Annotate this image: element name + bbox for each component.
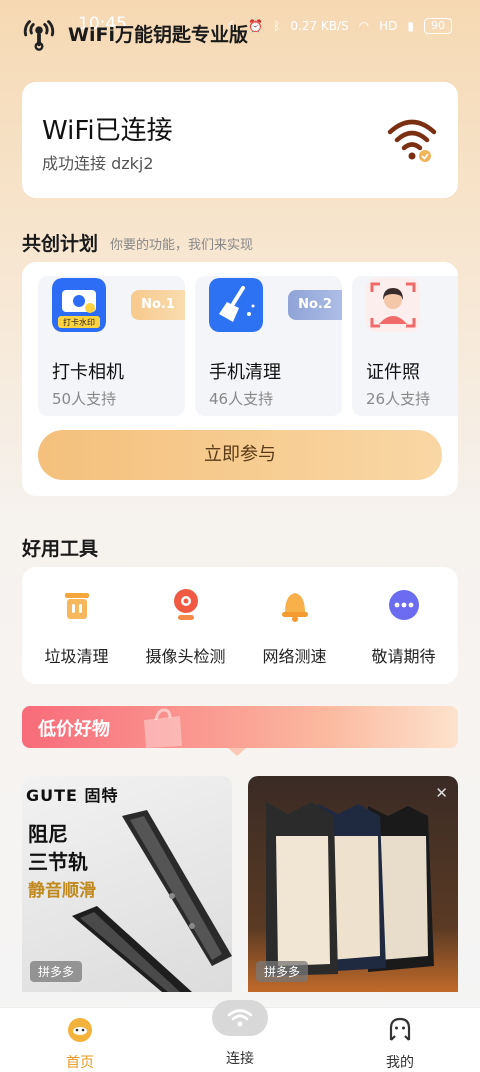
product-brand: GUTE 固特 <box>26 786 119 805</box>
nav-icon-spacer <box>160 1008 320 1044</box>
tool-coming-soon[interactable]: 敬请期待 <box>349 587 458 667</box>
broom-icon <box>209 278 263 332</box>
plan-item-phone-clean[interactable]: No.2 手机清理 46人支持 <box>195 276 342 416</box>
status-icons: ☾ ⏰ ᛒ 0.27 KB/S ◠ HD ▮ 90 <box>227 18 452 34</box>
plan-list[interactable]: No.1 打卡水印 打卡相机 50人支持 No.2 手机清理 46人支持 证件照… <box>38 276 458 416</box>
bluetooth-icon: ᛒ <box>273 19 281 33</box>
plan-item-clock-camera[interactable]: No.1 打卡水印 打卡相机 50人支持 <box>38 276 185 416</box>
tool-label: 摄像头检测 <box>145 647 226 666</box>
tools-title: 好用工具 <box>22 538 99 560</box>
banner-pointer <box>228 748 246 756</box>
tools-card: 垃圾清理 摄像头检测 网络测速 敬请期待 <box>22 567 458 684</box>
nav-profile[interactable]: 我的 <box>320 1008 480 1072</box>
bottom-nav: 首页 连接 我的 <box>0 1000 480 1072</box>
hd-badge: HD <box>379 19 398 33</box>
plan-item-id-photo[interactable]: 证件照 26人支持 <box>352 276 458 416</box>
rank-badge: No.1 <box>131 290 185 320</box>
wifi-connected-icon <box>387 119 437 162</box>
product-card-vest[interactable]: ✕ 拼多多 <box>248 776 458 992</box>
battery-indicator: 90 <box>424 18 452 34</box>
rank-badge: No.2 <box>288 290 342 320</box>
deals-title: 低价好物 <box>38 719 110 740</box>
camera-detect-icon <box>173 589 198 620</box>
plan-item-count: 26人支持 <box>366 390 431 408</box>
wifi-connection-text: 成功连接 dzkj2 <box>42 154 154 173</box>
nav-label: 我的 <box>386 1055 414 1071</box>
alarm-icon: ⏰ <box>248 19 264 33</box>
trash-icon <box>64 593 89 619</box>
nav-label: 连接 <box>226 1051 254 1067</box>
id-photo-icon <box>366 278 420 332</box>
net-speed: 0.27 KB/S <box>290 19 349 33</box>
speed-test-icon <box>281 593 308 622</box>
tool-speed-test[interactable]: 网络测速 <box>240 587 349 667</box>
home-icon <box>68 1018 92 1042</box>
deals-banner[interactable]: 低价好物 <box>22 706 458 748</box>
wifi-status-text: WiFi已连接 <box>42 116 173 146</box>
plan-item-name: 打卡相机 <box>52 362 124 383</box>
product-platform-tag: 拼多多 <box>256 961 309 982</box>
app-header: WiFi万能钥匙专业版 <box>20 14 248 52</box>
clock-camera-icon: 打卡水印 <box>52 278 106 332</box>
plan-item-name: 手机清理 <box>209 362 281 383</box>
join-button[interactable]: 立即参与 <box>38 430 442 480</box>
nav-connect[interactable]: 连接 <box>160 1008 320 1068</box>
plan-item-count: 50人支持 <box>52 390 117 408</box>
tool-camera-detect[interactable]: 摄像头检测 <box>131 587 240 667</box>
clock-camera-icon-label: 打卡水印 <box>63 317 95 327</box>
nav-label: 首页 <box>66 1055 94 1071</box>
more-icon <box>388 590 419 620</box>
nav-home[interactable]: 首页 <box>0 1008 160 1072</box>
app-logo-icon <box>23 20 55 51</box>
product-card-rail[interactable]: GUTE 固特 阻尼 三节轨 静音顺滑 拼多多 <box>22 776 232 992</box>
plan-item-name: 证件照 <box>366 362 420 383</box>
plan-subtitle: 你要的功能，我们来实现 <box>110 238 254 253</box>
vest-image <box>266 802 434 976</box>
plan-title: 共创计划 <box>22 233 99 255</box>
plan-card: No.1 打卡水印 打卡相机 50人支持 No.2 手机清理 46人支持 证件照… <box>22 262 458 496</box>
plan-item-count: 46人支持 <box>209 390 274 408</box>
tool-label: 垃圾清理 <box>44 647 109 666</box>
tool-label: 敬请期待 <box>371 647 436 666</box>
product-platform-tag: 拼多多 <box>30 961 83 982</box>
shopping-bag-icon <box>144 708 182 748</box>
signal-icon: ▮ <box>407 19 414 33</box>
tool-label: 网络测速 <box>262 647 327 666</box>
wifi-status-icon: ◠ <box>358 19 370 33</box>
wifi-status-card[interactable]: WiFi已连接 成功连接 dzkj2 <box>22 82 458 198</box>
app-title: WiFi万能钥匙专业版 <box>68 23 248 46</box>
profile-icon <box>389 1017 411 1041</box>
tool-trash-clean[interactable]: 垃圾清理 <box>22 587 131 667</box>
